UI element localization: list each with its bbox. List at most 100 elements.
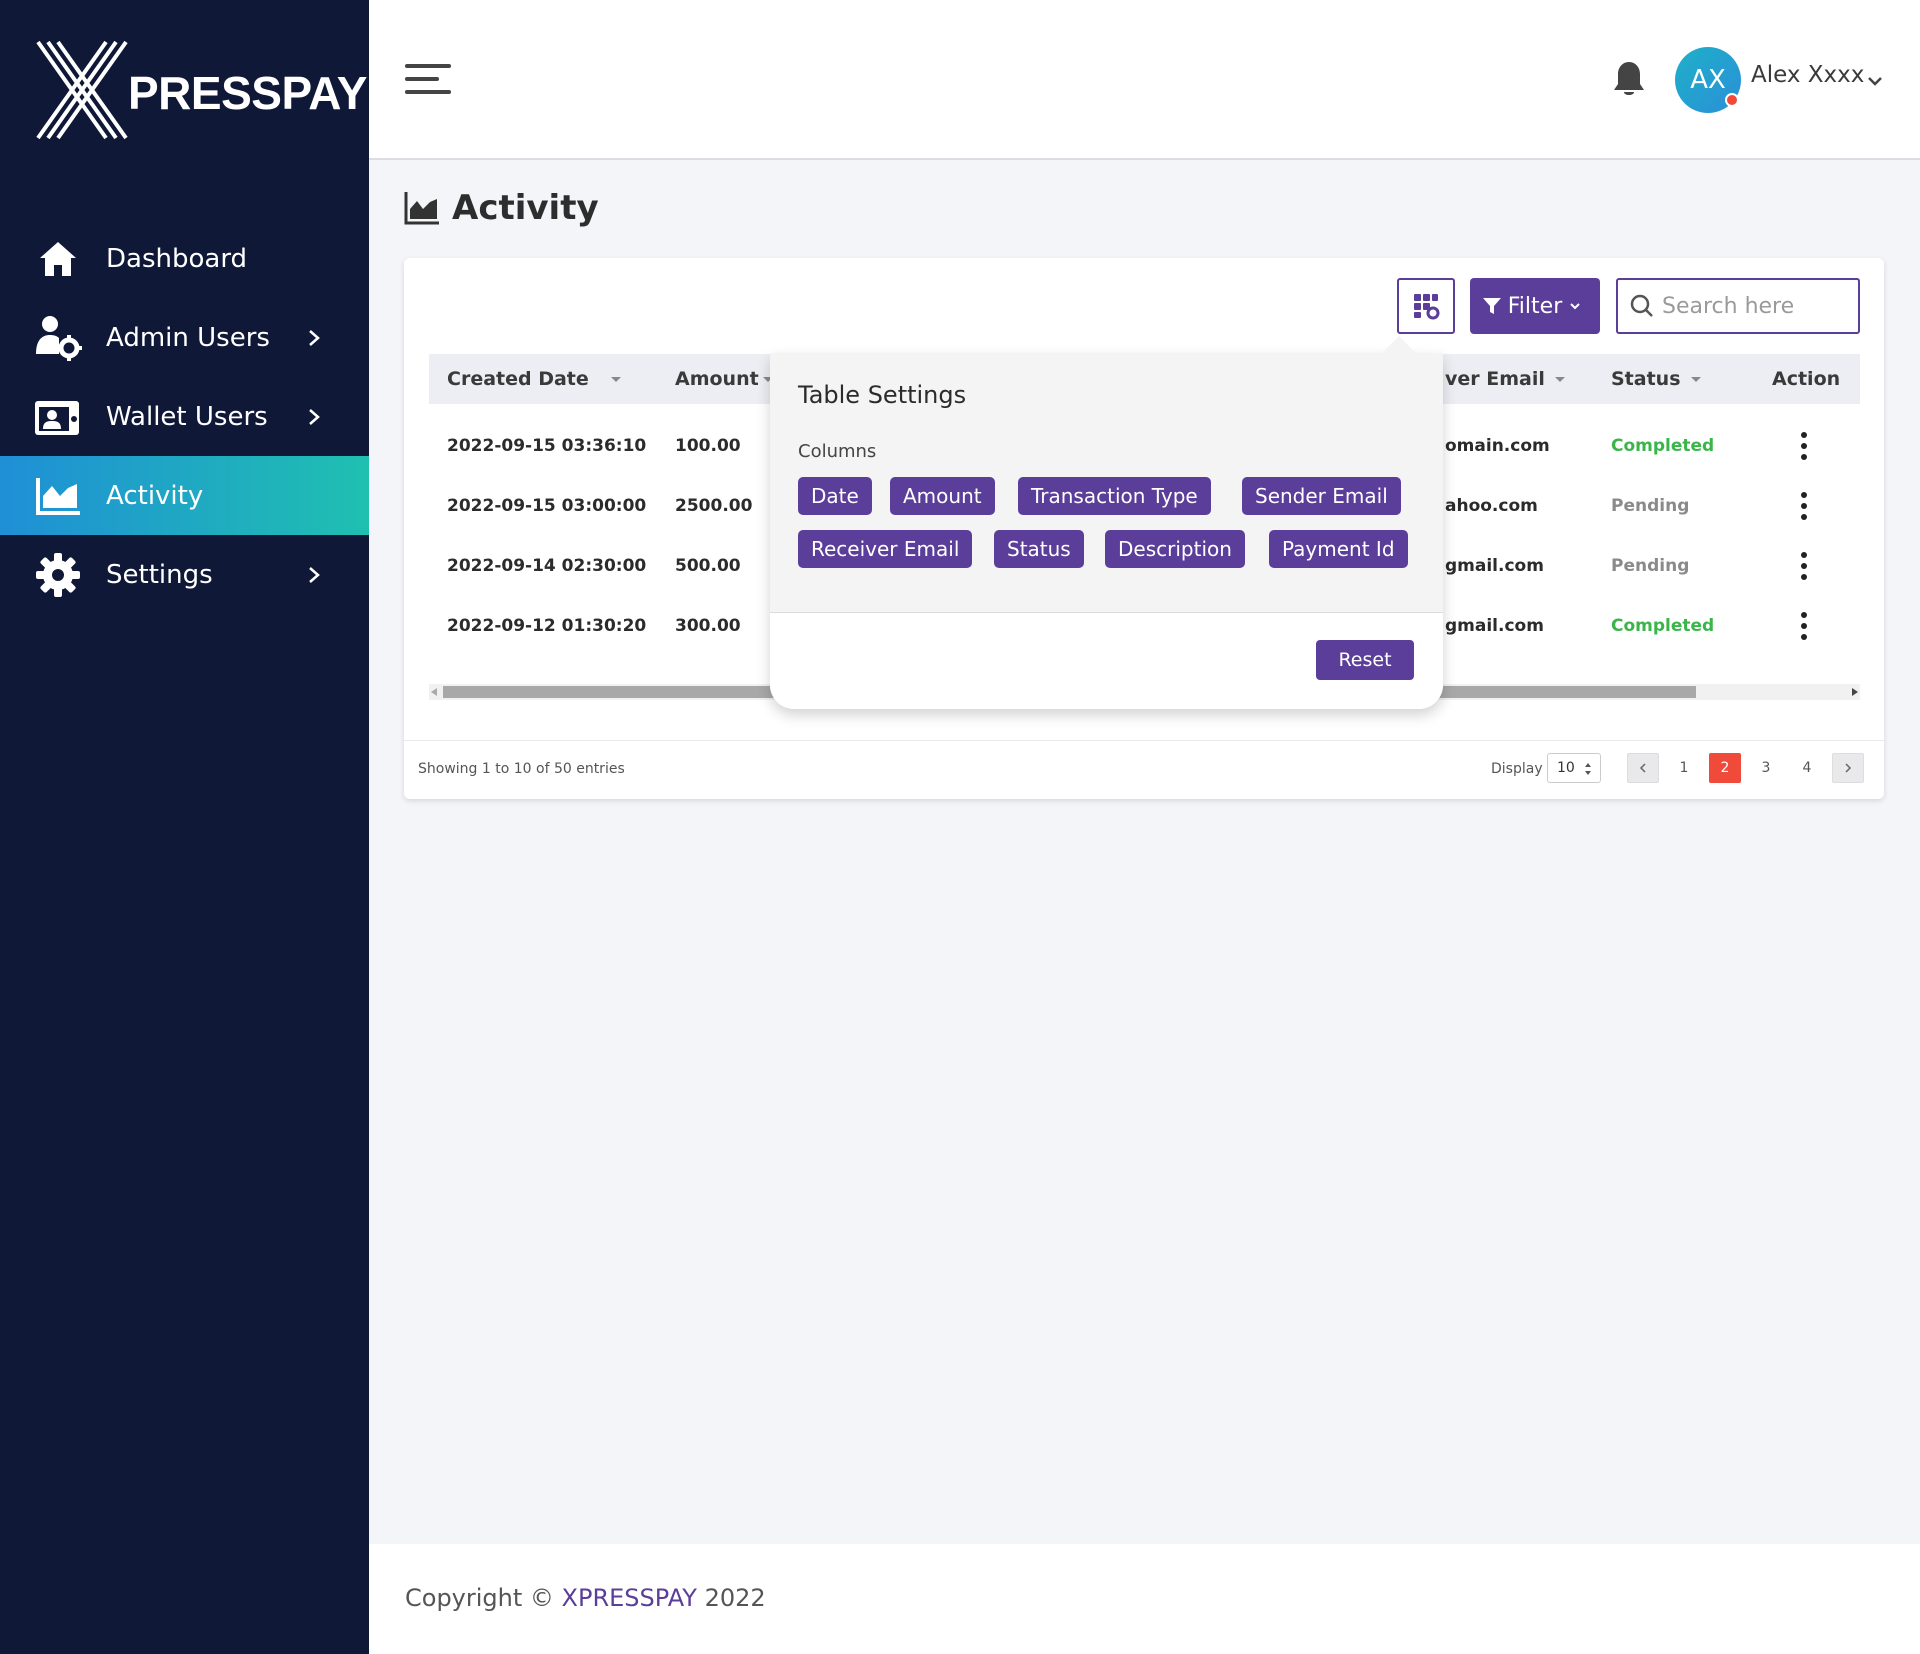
cell-receiver-email: gmail.com	[1445, 616, 1544, 636]
grid-settings-icon	[1414, 294, 1440, 320]
filter-funnel-icon	[1482, 298, 1501, 314]
copyright-year: 2022	[704, 1584, 766, 1612]
next-page-button[interactable]	[1832, 753, 1864, 783]
cell-status: Pending	[1611, 496, 1690, 516]
sidebar-item-admin-users[interactable]: Admin Users	[0, 298, 369, 377]
table-settings-button[interactable]	[1397, 278, 1455, 334]
sidebar-item-wallet-users[interactable]: Wallet Users	[0, 377, 369, 456]
page-button[interactable]: 1	[1668, 753, 1700, 783]
page-button-current[interactable]: 2	[1709, 753, 1741, 783]
chevron-right-icon	[1845, 763, 1852, 773]
page-button[interactable]: 3	[1750, 753, 1782, 783]
avatar-initials: AX	[1690, 65, 1726, 95]
online-status-dot	[1725, 93, 1739, 107]
column-header-label: Amount	[675, 368, 759, 390]
search-box[interactable]	[1616, 278, 1860, 334]
cell-amount: 500.00	[675, 556, 741, 576]
menu-toggle-icon[interactable]	[405, 62, 451, 96]
scroll-left-arrow-icon[interactable]	[431, 688, 437, 696]
cell-created-date: 2022-09-15 03:00:00	[447, 496, 647, 516]
column-chip-amount[interactable]: Amount	[890, 477, 995, 515]
sidebar-item-settings[interactable]: Settings	[0, 535, 369, 614]
cell-amount: 100.00	[675, 436, 741, 456]
admin-users-icon	[34, 314, 82, 362]
entries-info: Showing 1 to 10 of 50 entries	[418, 761, 625, 777]
chevron-down-icon[interactable]	[1866, 72, 1884, 90]
scroll-right-arrow-icon[interactable]	[1852, 688, 1858, 696]
popover-body: Table Settings Columns Date Amount Trans…	[770, 353, 1443, 613]
page-title: Activity	[404, 188, 599, 228]
cell-receiver-email: gmail.com	[1445, 556, 1544, 576]
table-settings-popover: Table Settings Columns Date Amount Trans…	[770, 336, 1443, 709]
cell-status: Completed	[1611, 616, 1715, 636]
sidebar-nav: Dashboard Admin Users Wallet Users Activ…	[0, 219, 369, 614]
column-header-label: Created Date	[447, 368, 589, 390]
column-header-action: Action	[1772, 368, 1840, 390]
page-size-select[interactable]: 10	[1547, 753, 1601, 783]
cell-created-date: 2022-09-14 02:30:00	[447, 556, 647, 576]
home-icon	[34, 235, 82, 283]
page-title-text: Activity	[452, 188, 599, 228]
cell-created-date: 2022-09-15 03:36:10	[447, 436, 647, 456]
column-chip-status[interactable]: Status	[994, 530, 1084, 568]
page-footer: Copyright © XPRESSPAY 2022	[369, 1544, 1920, 1654]
prev-page-button[interactable]	[1627, 753, 1659, 783]
column-header-label: Action	[1772, 368, 1841, 390]
more-actions-icon[interactable]	[1800, 492, 1808, 520]
table-footer: Showing 1 to 10 of 50 entries Display 10…	[404, 740, 1884, 799]
cell-status: Pending	[1611, 556, 1690, 576]
cell-receiver-email: omain.com	[1445, 436, 1550, 456]
top-header: AX Alex Xxxx	[369, 0, 1920, 160]
reset-button[interactable]: Reset	[1316, 640, 1414, 680]
updown-arrows-icon	[1585, 763, 1591, 775]
search-input[interactable]	[1662, 293, 1852, 319]
column-header-label: ver Email	[1445, 368, 1545, 390]
filter-button-label: Filter	[1507, 293, 1563, 319]
copyright-brand-link[interactable]: XPRESSPAY	[562, 1584, 697, 1612]
gear-icon	[34, 551, 82, 599]
column-chip-description[interactable]: Description	[1105, 530, 1245, 568]
column-header-label: Status	[1611, 368, 1681, 390]
activity-chart-icon	[34, 472, 82, 520]
more-actions-icon[interactable]	[1800, 612, 1808, 640]
xpresspay-logo[interactable]: PRESSPAY	[36, 38, 367, 142]
wallet-users-icon	[34, 393, 82, 441]
logo-text: PRESSPAY	[128, 67, 367, 119]
filter-button[interactable]: Filter	[1470, 278, 1600, 334]
display-label: Display	[1491, 761, 1543, 777]
page-size-value: 10	[1557, 760, 1575, 776]
column-header-created-date[interactable]: Created Date	[447, 368, 621, 390]
cell-status: Completed	[1611, 436, 1715, 456]
chevron-right-icon	[309, 329, 320, 346]
chevron-right-icon	[309, 408, 320, 425]
column-header-amount[interactable]: Amount	[675, 368, 773, 390]
sidebar-item-label: Admin Users	[106, 322, 270, 353]
activity-chart-icon	[404, 192, 439, 225]
copyright: Copyright © XPRESSPAY 2022	[405, 1584, 766, 1612]
more-actions-icon[interactable]	[1800, 552, 1808, 580]
column-chip-date[interactable]: Date	[798, 477, 872, 515]
sort-down-icon	[1690, 376, 1701, 382]
sidebar-item-label: Wallet Users	[106, 401, 268, 432]
column-header-receiver-email[interactable]: ver Email	[1445, 368, 1565, 390]
user-name[interactable]: Alex Xxxx	[1751, 62, 1864, 88]
page-button[interactable]: 4	[1791, 753, 1823, 783]
column-chip-payment-id[interactable]: Payment Id	[1269, 530, 1408, 568]
sidebar-item-dashboard[interactable]: Dashboard	[0, 219, 369, 298]
column-chip-sender-email[interactable]: Sender Email	[1242, 477, 1401, 515]
sidebar-item-label: Dashboard	[106, 243, 248, 274]
cell-amount: 300.00	[675, 616, 741, 636]
column-chip-receiver-email[interactable]: Receiver Email	[798, 530, 973, 568]
chevron-left-icon	[1639, 763, 1646, 773]
column-header-status[interactable]: Status	[1611, 368, 1701, 390]
more-actions-icon[interactable]	[1800, 432, 1808, 460]
chevron-right-icon	[309, 566, 320, 583]
avatar[interactable]: AX	[1675, 47, 1741, 113]
popover-title: Table Settings	[798, 381, 967, 409]
cell-receiver-email: ahoo.com	[1445, 496, 1538, 516]
search-icon	[1630, 294, 1653, 317]
sidebar-item-activity[interactable]: Activity	[0, 456, 369, 535]
bell-icon[interactable]	[1612, 60, 1646, 98]
chevron-down-icon	[1570, 303, 1580, 310]
column-chip-transaction-type[interactable]: Transaction Type	[1018, 477, 1211, 515]
